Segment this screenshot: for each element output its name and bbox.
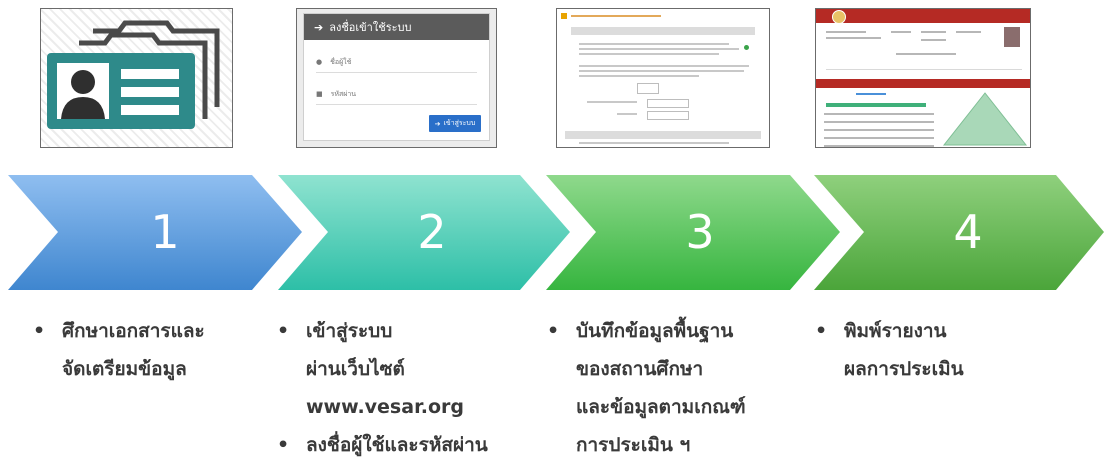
website-url: www.vesar.org xyxy=(306,396,464,418)
report-thumbnail xyxy=(815,8,1031,148)
score-bar xyxy=(826,103,926,107)
bullet-dot-icon: • xyxy=(277,434,290,456)
text-line: พิมพ์รายงาน xyxy=(844,320,947,342)
text-line: ผ่านเว็บไซต์ xyxy=(306,358,405,380)
step-3-description: • บันทึกข้อมูลพื้นฐาน ของสถานศึกษา และข้… xyxy=(544,312,746,464)
document-preparation-thumbnail xyxy=(40,8,233,148)
pyramid-chart xyxy=(942,92,1028,146)
step-1-bullet-item: • ศึกษาเอกสารและ จัดเตรียมข้อมูล xyxy=(30,312,205,388)
login-panel: ➔ ลงชื่อเข้าใช้ระบบ ● ชื่อผู้ใช้ ■ รหัสผ… xyxy=(303,13,490,141)
step-1-number: 1 xyxy=(150,205,179,259)
text-line: การประเมิน ฯ xyxy=(576,434,691,456)
login-form-thumbnail: ➔ ลงชื่อเข้าใช้ระบบ ● ชื่อผู้ใช้ ■ รหัสผ… xyxy=(296,8,497,148)
login-submit-button: ➔ เข้าสู่ระบบ xyxy=(429,115,481,132)
login-header: ➔ ลงชื่อเข้าใช้ระบบ xyxy=(304,14,489,40)
report-section-bar xyxy=(816,79,1030,88)
sign-in-icon: ➔ xyxy=(434,119,441,128)
report-header-bar xyxy=(816,9,1030,23)
username-field: ● ชื่อผู้ใช้ xyxy=(316,52,477,73)
password-placeholder: รหัสผ่าน xyxy=(330,89,357,98)
text-line: ศึกษาเอกสารและ xyxy=(62,320,205,342)
user-icon: ● xyxy=(316,58,323,66)
text-line: ลงชื่อผู้ใช้และรหัสผ่าน xyxy=(306,434,488,456)
bullet-dot-icon: • xyxy=(277,320,290,342)
step-2-description: • เข้าสู่ระบบ ผ่านเว็บไซต์ www.vesar.org… xyxy=(274,312,488,464)
login-title: ลงชื่อเข้าใช้ระบบ xyxy=(329,21,412,34)
text-line: บันทึกข้อมูลพื้นฐาน xyxy=(576,320,734,342)
lock-icon: ■ xyxy=(316,90,323,98)
bullet-dot-icon: • xyxy=(815,320,828,342)
report-logo-icon xyxy=(832,10,846,24)
step-4-bullet-item: • พิมพ์รายงาน ผลการประเมิน xyxy=(812,312,964,388)
form-logo-icon xyxy=(561,13,567,19)
step-4-description: • พิมพ์รายงาน ผลการประเมิน xyxy=(812,312,964,388)
check-icon xyxy=(744,45,749,50)
step-4-chevron: 4 xyxy=(814,175,1104,290)
text-line: ของสถานศึกษา xyxy=(576,358,704,380)
data-entry-form-thumbnail xyxy=(556,8,770,148)
step-2-chevron: 2 xyxy=(278,175,570,290)
step-1-description: • ศึกษาเอกสารและ จัดเตรียมข้อมูล xyxy=(30,312,205,388)
text-line: จัดเตรียมข้อมูล xyxy=(62,358,187,380)
text-line: เข้าสู่ระบบ xyxy=(306,320,393,342)
id-cards-icon xyxy=(47,20,220,129)
process-steps: 1 2 3 4 xyxy=(8,175,1104,290)
step-2-number: 2 xyxy=(417,205,446,259)
text-line: ผลการประเมิน xyxy=(844,358,964,380)
step-3-bullet-item: • บันทึกข้อมูลพื้นฐาน ของสถานศึกษา และข้… xyxy=(544,312,746,464)
text-line: และข้อมูลตามเกณฑ์ xyxy=(576,396,746,418)
bullet-dot-icon: • xyxy=(33,320,46,342)
step-2-bullet-item: • เข้าสู่ระบบ ผ่านเว็บไซต์ www.vesar.org xyxy=(274,312,488,426)
step-2-bullet-item: • ลงชื่อผู้ใช้และรหัสผ่าน xyxy=(274,426,488,464)
profile-photo xyxy=(1004,27,1020,47)
username-placeholder: ชื่อผู้ใช้ xyxy=(330,57,352,66)
sign-in-icon: ➔ xyxy=(314,20,324,34)
step-4-number: 4 xyxy=(953,205,982,259)
step-3-number: 3 xyxy=(685,205,714,259)
bullet-dot-icon: • xyxy=(547,320,560,342)
login-submit-label: เข้าสู่ระบบ xyxy=(443,119,476,127)
password-field: ■ รหัสผ่าน xyxy=(316,84,477,105)
step-1-chevron: 1 xyxy=(8,175,302,290)
step-3-chevron: 3 xyxy=(546,175,840,290)
